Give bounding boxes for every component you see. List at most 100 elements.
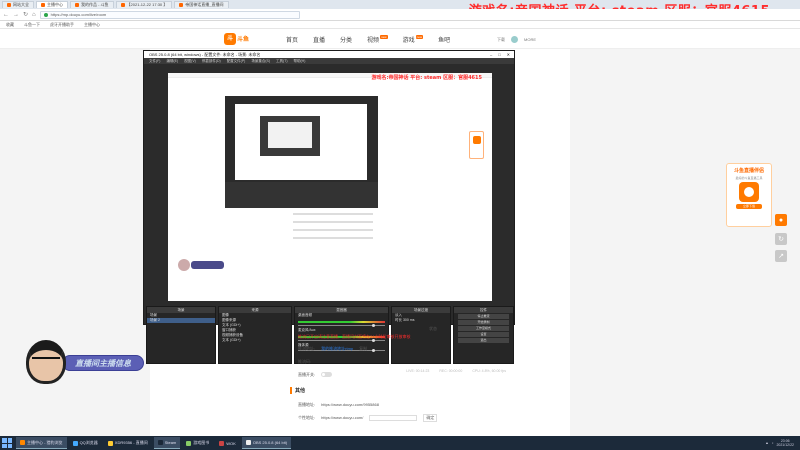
stream-key-label: 推流码: (298, 358, 312, 364)
main-nav: 首页 直播 分类 视频new 游戏new 鱼吧 (286, 35, 450, 44)
obs-icon (245, 440, 251, 445)
download-button[interactable]: 立即下载 (736, 204, 762, 209)
url-input[interactable]: https://mp.douyu.com/live/room (39, 10, 300, 19)
obs-window: OBS 25.0.8 (64 bit, windows) - 配置文件: 未命名… (143, 50, 515, 373)
nav-item-category[interactable]: 分类 (340, 35, 352, 44)
app-icon (219, 440, 225, 446)
clock[interactable]: 23:06 2021/12/22 (776, 439, 794, 447)
download-link[interactable]: 下载 (497, 37, 505, 43)
menu-item[interactable]: 场景集合(S) (251, 59, 270, 64)
preview-widget-icon (473, 136, 481, 144)
taskbar-item[interactable]: WOK (215, 437, 240, 449)
preview-overlay-title: 游戏名:帝国神话 平台: steam 区服：官服4615 (371, 75, 482, 81)
steam-icon (157, 440, 163, 445)
copy-button[interactable]: 复制 (359, 346, 367, 352)
douyu-logo[interactable]: 斗 斗鱼 (224, 32, 256, 45)
live-companion-card[interactable]: 斗鱼直播伴侣 最好的斗鱼直播工具 立即下载 (726, 163, 772, 227)
browser-tab[interactable]: 【2021-12-22 17:30 】 (115, 1, 173, 8)
browser-tab[interactable]: 我的作品 - 斗鱼 (70, 1, 114, 8)
bookmark-item[interactable]: 虎牙开播助手 (50, 22, 74, 28)
refresh-icon[interactable]: ↻ (23, 11, 28, 18)
duration-label: 时长 (395, 318, 402, 322)
stream-key-row: 推流码: (298, 355, 568, 368)
live-toggle-label: 直播开关: (298, 371, 316, 377)
obs-preview[interactable]: 游戏名:帝国神话 平台: steam 区服：官服4615 (168, 73, 492, 301)
nav-item-yuba[interactable]: 鱼吧 (438, 35, 450, 44)
preview-nested-inner2 (268, 122, 312, 148)
volume-icon[interactable]: ♪ (772, 441, 774, 445)
browser-tab[interactable]: 网站大全 (2, 1, 34, 8)
home-icon[interactable]: ⌂ (32, 12, 36, 18)
taskbar-item[interactable]: XDR9356 - 直播间 (104, 437, 152, 449)
browser-icon (20, 440, 25, 445)
back-arrow-icon[interactable]: ← (3, 12, 9, 18)
bookmark-item[interactable]: 主播中心 (84, 22, 100, 28)
preview-nested-docks (225, 182, 378, 208)
minimize-icon[interactable]: – (490, 52, 492, 57)
browser-tab-active[interactable]: 主播中心 (36, 1, 68, 8)
source-item[interactable]: 文本 (GDI+) (219, 338, 291, 343)
menu-item[interactable]: 视图(V) (184, 59, 196, 64)
live-toggle[interactable] (321, 372, 333, 377)
close-icon[interactable]: ✕ (507, 52, 510, 57)
favicon-icon (7, 3, 11, 7)
taskbar-item[interactable]: QQ浏览器 (69, 437, 102, 449)
custom-url-input[interactable] (369, 414, 418, 421)
glasses-icon (32, 357, 60, 363)
nav-item-game[interactable]: 游戏new (403, 35, 424, 44)
card-subtitle: 最好的斗鱼直播工具 (735, 176, 763, 180)
stream-notice: 推流已开启请注意直播，直播间封面将在24小时后审核开放审核 (298, 334, 411, 339)
custom-url-label: 个性地址: (298, 414, 316, 420)
scene-item[interactable]: 场景 2 (147, 318, 215, 323)
nav-item-video[interactable]: 视频new (367, 35, 388, 44)
browser-icon (72, 440, 78, 446)
taskbar-item[interactable]: 游戏图书 (182, 437, 213, 449)
stop-streaming-button[interactable]: 停止推流 (458, 314, 509, 319)
preview-avatar (178, 258, 224, 272)
preview-nested-obs (225, 96, 378, 208)
share-icon[interactable]: ↗ (775, 250, 787, 262)
forward-arrow-icon[interactable]: → (13, 12, 19, 18)
room-url-row: 直播地址: https://www.douyu.com/9955868 (298, 398, 568, 411)
system-tray: ▲ ♪ 23:06 2021/12/22 (765, 439, 800, 447)
app-icon (107, 440, 113, 446)
new-badge: new (415, 35, 424, 39)
taskbar-item[interactable]: OBS 25.0.8 (64 bit) (241, 437, 292, 449)
live-toggle-row: 直播开关: (298, 368, 568, 381)
preview-plate (191, 261, 224, 269)
bookmark-item[interactable]: 收藏 (6, 22, 14, 28)
obs-menubar: 文件(F) 编辑(E) 视图(V) 停靠部件(D) 配置文件(P) 场景集合(S… (144, 58, 514, 64)
refresh-icon[interactable]: ↻ (775, 233, 787, 245)
menu-item[interactable]: 帮助(H) (294, 59, 306, 64)
record-icon[interactable]: ● (775, 214, 787, 226)
controls-title: 控件 (454, 307, 513, 313)
bookmarks-bar: 收藏 斗鱼一下 虎牙开播助手 主播中心 (0, 21, 800, 29)
more-menu[interactable]: MORE (524, 37, 536, 42)
nav-item-home[interactable]: 首页 (286, 35, 298, 44)
taskbar-item[interactable]: 主播中心 - 猎豹浏览 (16, 437, 67, 449)
menu-item[interactable]: 编辑(E) (166, 59, 178, 64)
preview-side-widget (469, 131, 484, 159)
user-avatar[interactable] (511, 36, 518, 43)
favicon-icon (120, 3, 125, 7)
menu-item[interactable]: 停靠部件(D) (202, 59, 221, 64)
confirm-button[interactable]: 确定 (423, 413, 438, 422)
bookmark-item[interactable]: 斗鱼一下 (24, 22, 40, 28)
maximize-icon[interactable]: □ (498, 52, 500, 57)
windows-start-icon[interactable] (2, 438, 12, 448)
taskbar-item[interactable]: Steam (153, 437, 181, 449)
network-icon[interactable]: ▲ (765, 441, 768, 445)
menu-item[interactable]: 配置文件(P) (227, 59, 246, 64)
new-badge: new (380, 35, 388, 39)
rtmp-link[interactable]: 我的推流地址rtmp (321, 346, 353, 352)
logo-mark: 斗 (224, 32, 236, 45)
browser-tab[interactable]: 帝国神话直播_直播间 (174, 1, 229, 8)
duration-input[interactable]: 300 ms (403, 318, 414, 322)
nav-item-live[interactable]: 直播 (313, 35, 325, 44)
room-url-label: 直播地址: (298, 401, 316, 407)
favicon-icon (75, 3, 79, 7)
room-url-value[interactable]: https://www.douyu.com/9955868 (321, 402, 379, 407)
menu-item[interactable]: 工具(T) (276, 59, 287, 64)
menu-item[interactable]: 文件(F) (149, 59, 160, 64)
favicon-icon (179, 3, 184, 7)
